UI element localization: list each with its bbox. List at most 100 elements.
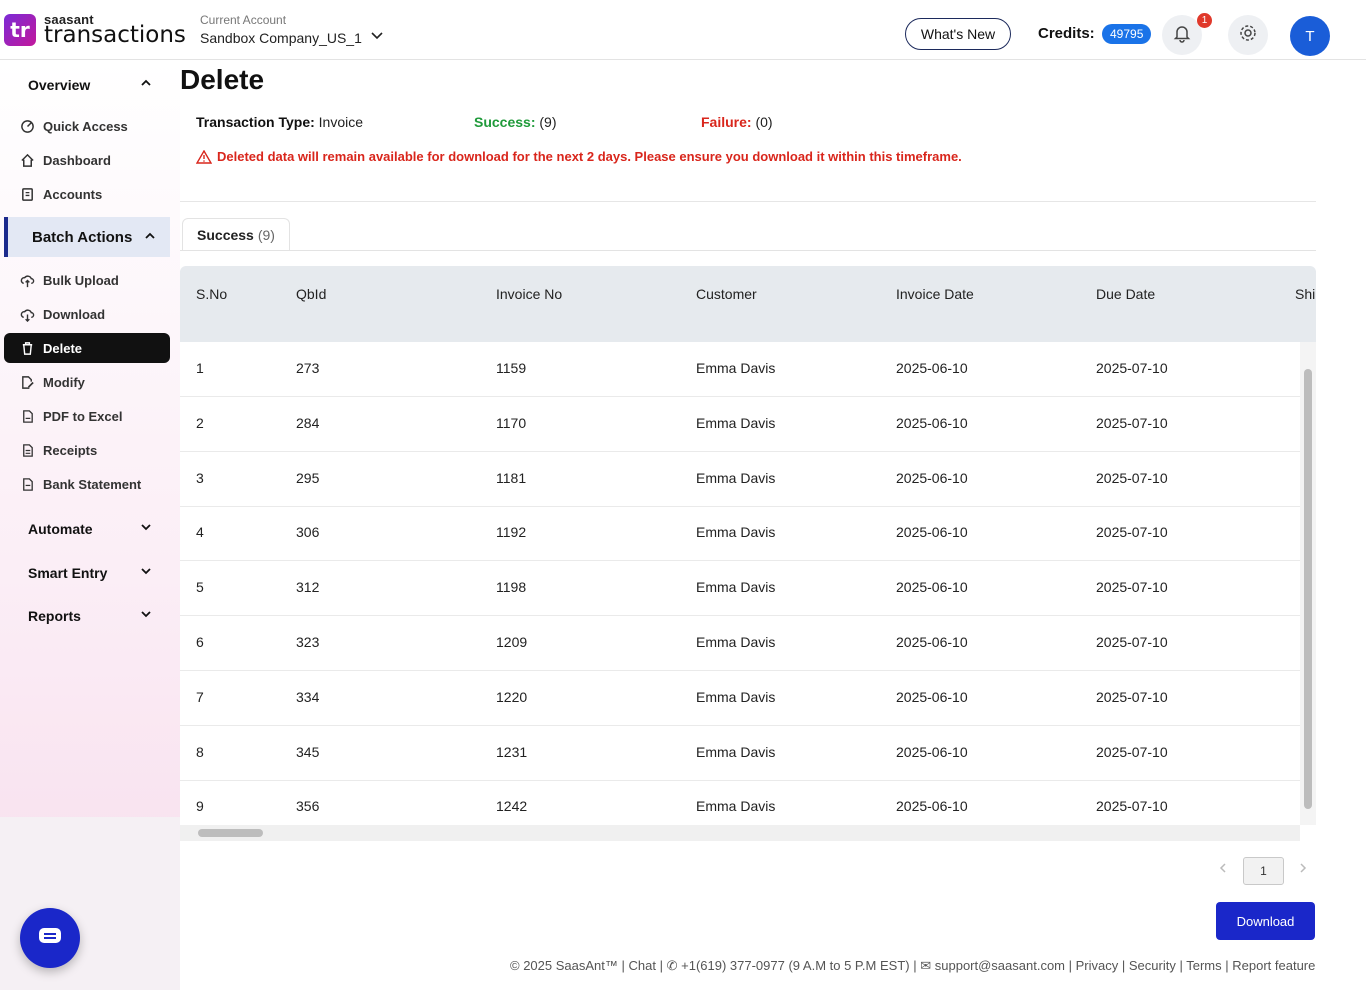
cell-customer: Emma Davis [696,360,776,376]
column-header[interactable]: Shi [1295,286,1316,302]
cell-sno: 9 [196,798,204,815]
table-row[interactable]: 2 284 1170 Emma Davis 2025-06-10 2025-07-10 [180,397,1300,452]
chevron-right-icon[interactable] [1298,861,1308,877]
table-row[interactable]: 8 345 1231 Emma Davis 2025-06-10 2025-07-10 [180,726,1300,781]
bank-statement-icon [18,475,36,493]
mail-icon: ✉ [920,958,932,973]
chat-icon [38,926,62,951]
table-row[interactable]: 5 312 1198 Emma Davis 2025-06-10 2025-07-10 [180,561,1300,617]
cell-due-date: 2025-07-10 [1096,688,1168,705]
column-header[interactable]: QbId [296,286,326,302]
cell-sno: 5 [196,579,204,596]
cell-due-date: 2025-07-10 [1096,524,1168,541]
sidebar-item-label: Dashboard [43,152,111,168]
table-row[interactable]: 4 306 1192 Emma Davis 2025-06-10 2025-07-10 [180,506,1300,562]
download-button[interactable]: Download [1216,902,1315,940]
sidebar-item-label: Bank Statement [43,476,142,492]
cell-invoice-date: 2025-06-10 [896,524,968,541]
cell-invoice-date: 2025-06-10 [896,743,968,760]
sidebar-section-smart-entry[interactable]: Smart Entry [28,565,107,581]
cell-customer: Emma Davis [696,469,776,486]
chevron-up-icon[interactable] [140,77,152,92]
chevron-down-icon[interactable] [140,521,152,536]
chat-button[interactable] [20,908,80,968]
footer-terms-link[interactable]: Terms [1186,958,1221,973]
sidebar-section-overview[interactable]: Overview [28,77,90,93]
table-row[interactable]: 1 273 1159 Emma Davis 2025-06-10 2025-07-10 [180,342,1300,397]
footer-chat-link[interactable]: Chat [629,958,656,973]
table-row[interactable]: 7 334 1220 Emma Davis 2025-06-10 2025-07-10 [180,671,1300,726]
user-avatar[interactable]: T [1290,16,1330,56]
sidebar-item-pdf-to-excel[interactable]: PDF to Excel [18,401,168,431]
sidebar-item-modify[interactable]: Modify [18,367,168,397]
sidebar-item-bank-statement[interactable]: Bank Statement [18,469,168,499]
sidebar-item-bulk-upload[interactable]: Bulk Upload [18,265,168,295]
vertical-scrollbar[interactable] [1300,342,1316,825]
page-number[interactable]: 1 [1243,857,1284,885]
table-row[interactable]: 6 323 1209 Emma Davis 2025-06-10 2025-07-10 [180,616,1300,671]
chevron-down-icon[interactable] [370,28,384,45]
scrollbar-thumb[interactable] [1304,369,1312,809]
transaction-type-label: Transaction Type: [196,114,315,130]
column-header[interactable]: Invoice No [496,286,562,302]
cell-customer: Emma Davis [696,414,776,431]
sidebar-item-label: Modify [43,374,85,390]
column-header[interactable]: Customer [696,286,757,302]
sidebar-item-delete[interactable]: Delete [4,333,170,363]
chevron-down-icon[interactable] [140,565,152,580]
cell-qbid: 334 [296,688,320,705]
account-selector[interactable]: Sandbox Company_US_1 [200,30,362,46]
chevron-left-icon[interactable] [1218,861,1228,877]
footer-copyright: © 2025 SaasAnt™ [510,958,618,973]
cell-sno: 4 [196,524,204,541]
cell-customer: Emma Davis [696,634,776,650]
ledger-icon [18,185,36,203]
footer-security-link[interactable]: Security [1129,958,1176,973]
cell-due-date: 2025-07-10 [1096,743,1168,760]
cell-sno: 3 [196,469,204,486]
notifications-button[interactable] [1162,15,1202,55]
cell-invoice-no: 1198 [496,579,527,596]
footer-email[interactable]: support@saasant.com [935,958,1065,973]
cell-qbid: 312 [296,579,320,596]
settings-button[interactable] [1228,15,1268,55]
sidebar-section-batch-actions[interactable]: Batch Actions [4,217,170,257]
sidebar-section-reports[interactable]: Reports [28,608,81,624]
sidebar-item-dashboard[interactable]: Dashboard [18,145,168,175]
top-bar: tr saasant transactions Current Account … [0,0,1366,60]
cell-qbid: 323 [296,634,320,650]
table-row[interactable]: 3 295 1181 Emma Davis 2025-06-10 2025-07-10 [180,452,1300,507]
column-header[interactable]: S.No [196,286,227,302]
footer-phone[interactable]: +1(619) 377-0977 (9 A.M to 5 P.M EST) [681,958,909,973]
page-title: Delete [180,64,265,95]
sidebar-bottom-area [0,817,180,990]
sidebar-section-automate[interactable]: Automate [28,521,93,537]
column-header[interactable]: Due Date [1096,286,1155,302]
footer-report-link[interactable]: Report feature [1232,958,1315,973]
chevron-up-icon[interactable] [144,230,156,245]
sidebar-section-label: Batch Actions [32,229,133,246]
phone-icon: ✆ [666,958,678,973]
sidebar-item-accounts[interactable]: Accounts [18,179,168,209]
horizontal-scrollbar[interactable] [180,825,1300,841]
tab-success[interactable]: Success (9) [182,218,290,251]
scrollbar-thumb[interactable] [198,829,263,837]
sidebar-item-download[interactable]: Download [18,299,168,329]
results-table: S.No QbId Invoice No Customer Invoice Da… [180,266,1316,841]
cell-sno: 1 [196,360,204,376]
failure-value: (0) [755,114,773,130]
sidebar-item-receipts[interactable]: Receipts [18,435,168,465]
current-account-label: Current Account [200,13,287,27]
cell-qbid: 356 [296,798,320,815]
sidebar-item-label: Receipts [43,442,98,458]
column-header[interactable]: Invoice Date [896,286,974,302]
whats-new-button[interactable]: What's New [905,18,1011,50]
cell-invoice-date: 2025-06-10 [896,360,968,376]
cell-customer: Emma Davis [696,579,776,596]
footer-privacy-link[interactable]: Privacy [1076,958,1119,973]
cell-qbid: 295 [296,469,320,486]
edit-file-icon [18,373,36,391]
chevron-down-icon[interactable] [140,608,152,623]
sidebar-item-quick-access[interactable]: Quick Access [18,111,168,141]
logo-mark[interactable]: tr [4,14,36,46]
